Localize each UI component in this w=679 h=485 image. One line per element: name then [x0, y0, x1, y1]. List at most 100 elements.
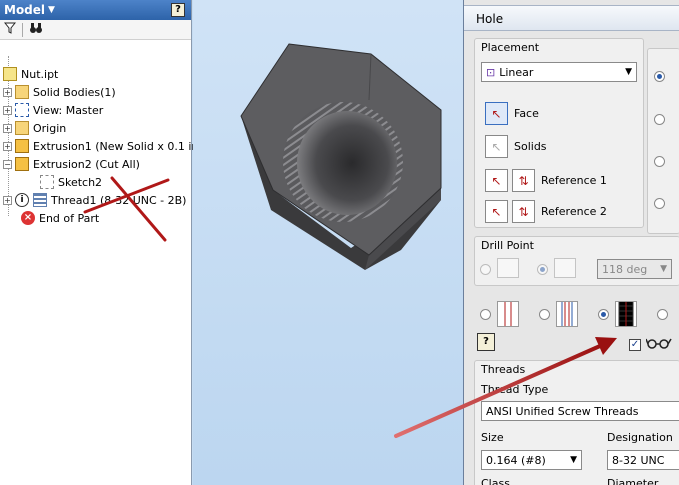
expand-plus-icon[interactable]: + — [3, 105, 12, 115]
class-label: Class — [481, 477, 510, 485]
tapped-hole-icon — [615, 301, 637, 327]
tree-item-nut-part[interactable]: Nut.ipt — [3, 65, 58, 83]
browser-help-button[interactable]: ? — [171, 3, 185, 17]
folder-icon — [15, 121, 29, 135]
folder-icon — [15, 85, 29, 99]
tree-item-label: Nut.ipt — [21, 67, 59, 81]
tree-item-origin[interactable]: + Origin — [3, 119, 66, 137]
placement-label: Placement — [481, 41, 540, 54]
browser-header[interactable]: Model ▼ ? — [0, 0, 191, 20]
hole-dialog: Hole Placement ⊡ Linear ▼ ↖ Face ↖ Solid… — [463, 0, 679, 485]
reference2-select-button[interactable]: ↖ — [485, 200, 508, 223]
designation-label: Designation — [607, 431, 673, 444]
chevron-down-icon: ▼ — [660, 264, 667, 274]
designation-select[interactable]: 8-32 UNC — [607, 450, 679, 470]
end-of-part-icon: × — [21, 211, 35, 225]
tree-item-label: Origin — [33, 121, 67, 135]
glasses-preview-icon[interactable] — [645, 336, 672, 354]
reference1-flip-button[interactable]: ⇅ — [512, 169, 535, 192]
hole-type-radio-countersink[interactable] — [654, 198, 665, 209]
tree-item-thread1[interactable]: + i Thread1 (8-32 UNC - 2B) — [3, 191, 186, 209]
tree-item-label: Extrusion1 (New Solid x 0.1 in) — [33, 139, 203, 153]
size-label: Size — [481, 431, 504, 444]
collapse-minus-icon[interactable]: − — [3, 159, 12, 169]
nut-model-render[interactable] — [193, 0, 463, 485]
clearance-hole-radio[interactable] — [539, 309, 550, 320]
reference1-select-button[interactable]: ↖ — [485, 169, 508, 192]
tree-item-label: Sketch2 — [58, 175, 103, 189]
placement-type-value: Linear — [499, 65, 534, 79]
sketch-icon — [40, 175, 54, 189]
chevron-down-icon: ▼ — [625, 67, 632, 77]
chevron-down-icon[interactable]: ▼ — [48, 5, 55, 15]
cursor-arrow-icon: ↖ — [491, 106, 502, 121]
flip-direction-icon: ⇅ — [518, 173, 529, 188]
taper-tapped-hole-radio[interactable] — [657, 309, 668, 320]
solids-label: Solids — [514, 140, 547, 153]
cursor-arrow-icon: ↖ — [491, 204, 502, 219]
tapped-hole-radio[interactable] — [598, 309, 609, 320]
angle-drill-point-icon — [554, 258, 576, 278]
cursor-arrow-icon: ↖ — [491, 139, 502, 154]
hole-type-radio-spotface[interactable] — [654, 156, 665, 167]
reference2-label: Reference 2 — [541, 205, 607, 218]
extrusion-icon — [15, 157, 29, 171]
tree-item-sketch2[interactable]: Sketch2 — [40, 173, 102, 191]
linear-placement-icon: ⊡ — [486, 65, 496, 79]
tree-item-label: End of Part — [39, 211, 100, 225]
tree-item-label: View: Master — [33, 103, 104, 117]
toolbar-divider — [22, 22, 23, 37]
thread-type-select[interactable]: ANSI Unified Screw Threads — [481, 401, 679, 421]
thread-icon — [33, 193, 47, 207]
expand-plus-icon[interactable]: + — [3, 141, 12, 151]
chevron-down-icon: ▼ — [570, 455, 577, 465]
graphics-canvas[interactable] — [193, 0, 463, 485]
size-select[interactable]: 0.164 (#8) ▼ — [481, 450, 582, 470]
nut-bore — [297, 111, 397, 215]
dialog-help-button[interactable]: ? — [477, 333, 495, 351]
designation-value: 8-32 UNC — [612, 453, 665, 467]
flip-direction-icon: ⇅ — [518, 204, 529, 219]
clearance-hole-icon — [556, 301, 578, 327]
expand-plus-icon[interactable]: + — [3, 195, 12, 205]
model-browser: Model ▼ ? Nut.ipt + Solid Bodies(1) + Vi… — [0, 0, 203, 485]
find-binoculars-icon[interactable] — [29, 22, 43, 37]
simple-hole-icon — [497, 301, 519, 327]
browser-title[interactable]: Model — [4, 3, 45, 17]
placement-type-select[interactable]: ⊡ Linear ▼ — [481, 62, 637, 82]
info-icon: i — [15, 193, 29, 207]
drill-point-label: Drill Point — [481, 239, 534, 252]
tree-item-label: Solid Bodies(1) — [33, 85, 116, 99]
hole-type-radio-counterbore[interactable] — [654, 114, 665, 125]
drill-angle-select[interactable]: 118 deg ▼ — [597, 259, 672, 279]
filter-icon[interactable] — [3, 22, 17, 37]
view-icon — [15, 103, 29, 117]
extrusion-icon — [15, 139, 29, 153]
dialog-title[interactable]: Hole — [464, 5, 679, 31]
drill-point-flat-radio[interactable] — [480, 264, 491, 275]
cursor-arrow-icon: ↖ — [491, 173, 502, 188]
face-select-button[interactable]: ↖ — [485, 102, 508, 125]
expand-plus-icon[interactable]: + — [3, 123, 12, 133]
face-label: Face — [514, 107, 539, 120]
solids-select-button[interactable]: ↖ — [485, 135, 508, 158]
thread-type-label: Thread Type — [481, 383, 549, 396]
threads-label: Threads — [481, 363, 526, 376]
tree-item-label: Extrusion2 (Cut All) — [33, 157, 140, 171]
tree-item-extrusion2[interactable]: − Extrusion2 (Cut All) — [3, 155, 140, 173]
size-value: 0.164 (#8) — [486, 453, 546, 467]
tree-item-extrusion1[interactable]: + Extrusion1 (New Solid x 0.1 in) — [3, 137, 203, 155]
tree-item-view-master[interactable]: + View: Master — [3, 101, 103, 119]
tree-item-solid-bodies[interactable]: + Solid Bodies(1) — [3, 83, 116, 101]
tree-item-end-of-part[interactable]: × End of Part — [21, 209, 99, 227]
part-icon — [3, 67, 17, 81]
drill-point-angle-radio[interactable] — [537, 264, 548, 275]
expand-plus-icon[interactable]: + — [3, 87, 12, 97]
preview-checkbox[interactable]: ✓ — [629, 339, 641, 351]
drill-angle-value: 118 deg — [602, 262, 648, 276]
simple-hole-radio[interactable] — [480, 309, 491, 320]
thread-type-value: ANSI Unified Screw Threads — [486, 404, 639, 418]
reference1-label: Reference 1 — [541, 174, 607, 187]
hole-type-radio-drilled[interactable] — [654, 71, 665, 82]
reference2-flip-button[interactable]: ⇅ — [512, 200, 535, 223]
